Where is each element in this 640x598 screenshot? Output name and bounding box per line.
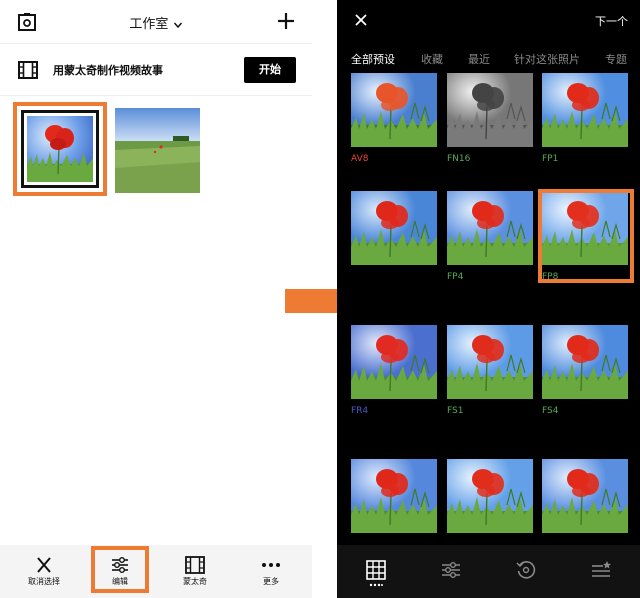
close-icon: [37, 557, 51, 573]
preset-thumbnail[interactable]: [351, 325, 437, 399]
selection-action-bar: 取消选择 编辑 蒙太奇 更多: [0, 545, 312, 598]
close-icon[interactable]: [355, 14, 367, 26]
preset-thumbnail[interactable]: [447, 459, 533, 533]
history-icon[interactable]: [515, 559, 537, 581]
preset-thumbnail[interactable]: [447, 325, 533, 399]
studio-top-bar: 工作室: [0, 0, 312, 44]
preset-thumbnail[interactable]: [447, 191, 533, 265]
poppy-photo: [542, 73, 628, 147]
poppy-photo: [351, 325, 437, 399]
poppy-photo: [542, 325, 628, 399]
montage-banner: 用蒙太奇制作视频故事 开始: [0, 44, 312, 96]
photo-thumbnail-field[interactable]: [115, 108, 200, 193]
film-icon: [185, 556, 205, 574]
preset-panel: 下一个 全部预设 收藏 最近 针对这张照片 专题 AV8 FN16 FP1 FP4 FP…: [337, 0, 640, 598]
studio-title-dropdown[interactable]: 工作室: [0, 13, 312, 32]
film-icon: [18, 61, 38, 79]
studio-panel: 工作室 用蒙太奇制作视频故事 开始 取消选择 编辑 蒙太奇 更多: [0, 0, 312, 598]
preset-label: FP1: [542, 154, 559, 164]
preset-label: AV8: [351, 154, 369, 164]
preset-label: FN16: [447, 154, 471, 164]
preset-label: FP4: [447, 272, 464, 282]
selected-photo-highlight: [13, 102, 107, 196]
preset-label: FS1: [447, 406, 464, 416]
recipes-icon[interactable]: [590, 559, 612, 581]
edit-button-highlight: [91, 546, 149, 593]
poppy-photo: [351, 459, 437, 533]
poppy-photo: [447, 73, 533, 147]
photo-thumbnail-selected[interactable]: [21, 110, 99, 188]
tab-recent[interactable]: 最近: [468, 51, 490, 67]
poppy-photo: [351, 191, 437, 265]
preset-thumbnail[interactable]: [542, 459, 628, 533]
preset-thumbnail[interactable]: [542, 325, 628, 399]
montage-prompt: 用蒙太奇制作视频故事: [53, 64, 163, 77]
more-button[interactable]: 更多: [241, 545, 301, 598]
poppy-photo: [447, 459, 533, 533]
more-icon: [262, 563, 280, 567]
next-button[interactable]: 下一个: [595, 13, 628, 29]
chevron-down-icon: [173, 22, 182, 28]
deselect-button[interactable]: 取消选择: [14, 545, 74, 598]
poppy-photo: [351, 73, 437, 147]
deselect-label: 取消选择: [28, 577, 60, 586]
preset-thumbnail[interactable]: [351, 459, 437, 533]
poppy-photo: [447, 325, 533, 399]
tab-all-presets[interactable]: 全部预设: [351, 51, 395, 67]
preset-label: FS4: [542, 406, 559, 416]
more-label: 更多: [263, 577, 279, 586]
poppy-photo: [542, 459, 628, 533]
preset-thumbnail[interactable]: [351, 73, 437, 147]
tab-favorites[interactable]: 收藏: [421, 51, 443, 67]
poppy-photo: [447, 191, 533, 265]
tab-featured[interactable]: 专题: [605, 51, 627, 67]
preset-thumbnail[interactable]: [447, 73, 533, 147]
adjust-icon[interactable]: [440, 559, 462, 581]
poppy-photo: [27, 116, 93, 182]
preset-thumbnail[interactable]: [351, 191, 437, 265]
montage-label: 蒙太奇: [183, 577, 207, 586]
montage-button[interactable]: 蒙太奇: [165, 545, 225, 598]
grid-icon[interactable]: [365, 559, 387, 581]
studio-title: 工作室: [129, 17, 169, 32]
edit-tool-bar: [337, 545, 640, 598]
selected-preset-highlight: [538, 189, 634, 283]
start-button[interactable]: 开始: [244, 57, 296, 83]
preset-thumbnail[interactable]: [542, 73, 628, 147]
preset-label: FR4: [351, 406, 369, 416]
plus-icon[interactable]: [276, 11, 296, 31]
page-dots-icon: [369, 583, 383, 587]
tab-for-this-photo[interactable]: 针对这张照片: [514, 51, 580, 67]
